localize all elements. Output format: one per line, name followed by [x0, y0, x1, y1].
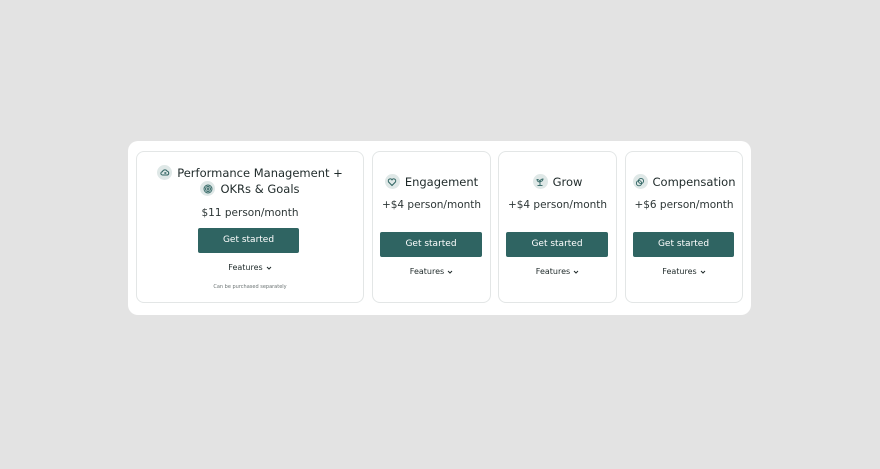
coins-icon — [632, 174, 648, 189]
get-started-button[interactable]: Get started — [198, 228, 299, 253]
price-label: +$4 person/month — [381, 199, 482, 211]
card-subtitle-text: OKRs & Goals — [220, 181, 300, 196]
card-title-line1: Performance Management + — [137, 165, 363, 180]
card-title-text: Grow — [552, 174, 583, 189]
plant-icon — [532, 174, 548, 189]
chevron-down-icon — [266, 266, 272, 270]
card-title-text: Compensation — [652, 174, 736, 189]
features-toggle[interactable]: Features — [626, 267, 742, 276]
pricing-card-grow: Grow +$4 person/month Get started Featur… — [498, 151, 617, 303]
features-toggle[interactable]: Features — [373, 267, 490, 276]
pricing-card-engagement: Engagement +$4 person/month Get started … — [372, 151, 491, 303]
price-label: +$6 person/month — [634, 199, 734, 211]
pricing-card-performance: Performance Management + OKRs & Goals $1… — [136, 151, 364, 303]
chevron-down-icon — [700, 270, 706, 274]
features-toggle[interactable]: Features — [499, 267, 616, 276]
chevron-down-icon — [447, 270, 453, 274]
card-title-line: Compensation — [626, 174, 742, 189]
get-started-button[interactable]: Get started — [380, 232, 482, 257]
heart-icon — [384, 174, 400, 189]
get-started-button[interactable]: Get started — [506, 232, 608, 257]
price-label: $11 person/month — [201, 207, 299, 219]
card-title-line: Grow — [499, 174, 616, 189]
card-title-line2: OKRs & Goals — [137, 181, 363, 196]
features-label: Features — [662, 267, 697, 276]
cloud-arrows-icon — [157, 165, 173, 180]
card-title-text: Engagement — [404, 174, 479, 189]
features-label: Features — [409, 267, 445, 276]
card-title-text: Performance Management + — [177, 165, 343, 180]
target-icon — [200, 181, 216, 196]
chevron-down-icon — [573, 270, 579, 274]
card-title-line: Engagement — [373, 174, 490, 189]
features-label: Features — [228, 263, 263, 272]
features-toggle[interactable]: Features — [137, 263, 363, 272]
get-started-button[interactable]: Get started — [633, 232, 734, 257]
purchase-note: Can be purchased separately — [213, 284, 287, 290]
pricing-card-compensation: Compensation +$6 person/month Get starte… — [625, 151, 743, 303]
price-label: +$4 person/month — [507, 199, 608, 211]
pricing-panel: Performance Management + OKRs & Goals $1… — [128, 141, 751, 315]
features-label: Features — [535, 267, 571, 276]
